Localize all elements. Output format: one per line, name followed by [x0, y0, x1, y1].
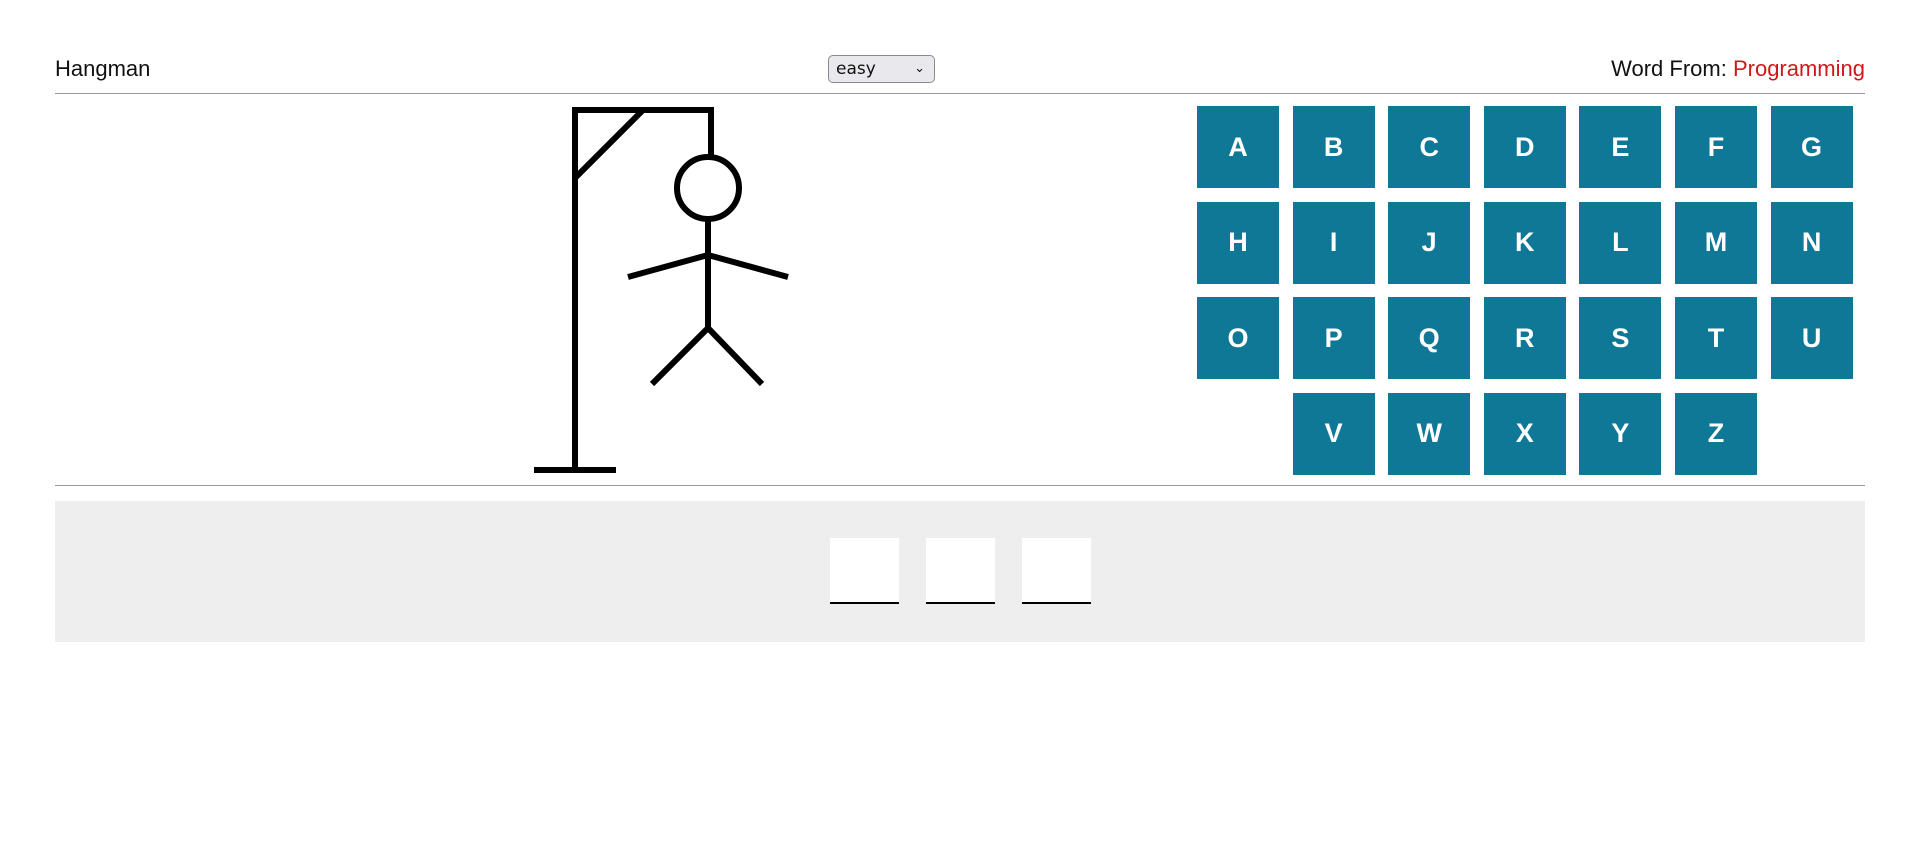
gallows-brace [572, 107, 646, 181]
letter-button-s[interactable]: S [1579, 297, 1662, 379]
hangman-head [674, 154, 742, 222]
letter-button-d[interactable]: D [1483, 106, 1566, 188]
hangman-drawing [534, 107, 789, 473]
difficulty-value: easy [836, 59, 876, 79]
letter-button-u[interactable]: U [1770, 297, 1853, 379]
letter-button-k[interactable]: K [1483, 201, 1566, 284]
letter-button-y[interactable]: Y [1579, 392, 1662, 475]
letter-button-c[interactable]: C [1388, 106, 1471, 188]
letter-button-j[interactable]: J [1388, 201, 1471, 284]
app-title: Hangman [55, 56, 151, 81]
letter-button-z[interactable]: Z [1674, 392, 1757, 475]
hangman-right-arm [707, 252, 789, 280]
letter-slot [926, 538, 995, 604]
letter-button-x[interactable]: X [1483, 392, 1566, 475]
letter-slot [1022, 538, 1091, 604]
word-slots [830, 538, 1091, 604]
letter-button-m[interactable]: M [1674, 201, 1757, 284]
word-from-category: Programming [1732, 56, 1865, 81]
letter-button-e[interactable]: E [1579, 106, 1662, 188]
letter-button-w[interactable]: W [1388, 392, 1471, 475]
difficulty-select[interactable]: easy ⌄ [828, 55, 935, 83]
header-divider [55, 93, 1865, 94]
letter-button-h[interactable]: H [1197, 201, 1279, 284]
letter-button-q[interactable]: Q [1388, 297, 1471, 379]
letter-button-o[interactable]: O [1197, 297, 1279, 379]
letter-button-a[interactable]: A [1197, 106, 1279, 188]
word-board [55, 501, 1865, 642]
letter-keyboard: ABCDEFG HIJKLMN OPQRSTU VWXYZ [1197, 106, 1853, 475]
letter-button-n[interactable]: N [1770, 201, 1853, 284]
header: Hangman easy ⌄ Word From: Programming [55, 52, 1865, 92]
letter-button-f[interactable]: F [1674, 106, 1757, 188]
board-divider [55, 485, 1865, 486]
hangman-right-leg [705, 325, 765, 387]
letter-button-v[interactable]: V [1292, 392, 1375, 475]
letter-button-p[interactable]: P [1292, 297, 1375, 379]
letter-button-r[interactable]: R [1483, 297, 1566, 379]
letter-slot [830, 538, 899, 604]
word-category: Word From: Programming [1611, 56, 1865, 82]
letter-button-b[interactable]: B [1292, 106, 1375, 188]
hangman-left-leg [649, 325, 711, 387]
letter-button-g[interactable]: G [1770, 106, 1853, 188]
hangman-left-arm [627, 252, 709, 280]
chevron-down-icon: ⌄ [914, 61, 925, 76]
letter-button-i[interactable]: I [1292, 201, 1375, 284]
letter-button-t[interactable]: T [1674, 297, 1757, 379]
word-from-label: Word From: [1611, 56, 1727, 81]
letter-button-l[interactable]: L [1579, 201, 1662, 284]
